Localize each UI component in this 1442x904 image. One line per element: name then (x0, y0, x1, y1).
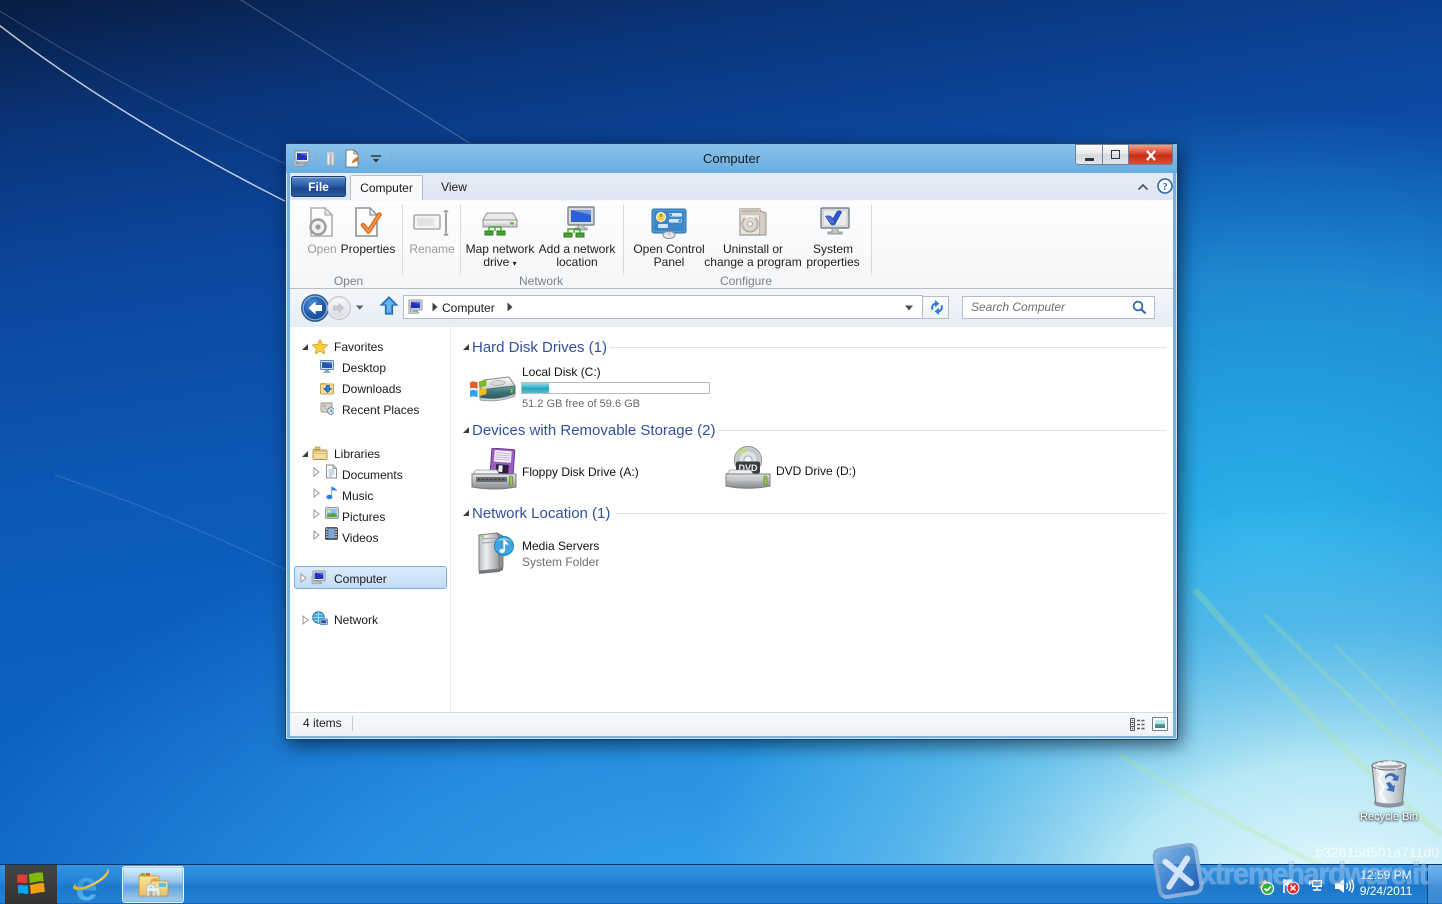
svg-text:e: e (75, 867, 98, 903)
svg-text:?: ? (1162, 181, 1168, 193)
